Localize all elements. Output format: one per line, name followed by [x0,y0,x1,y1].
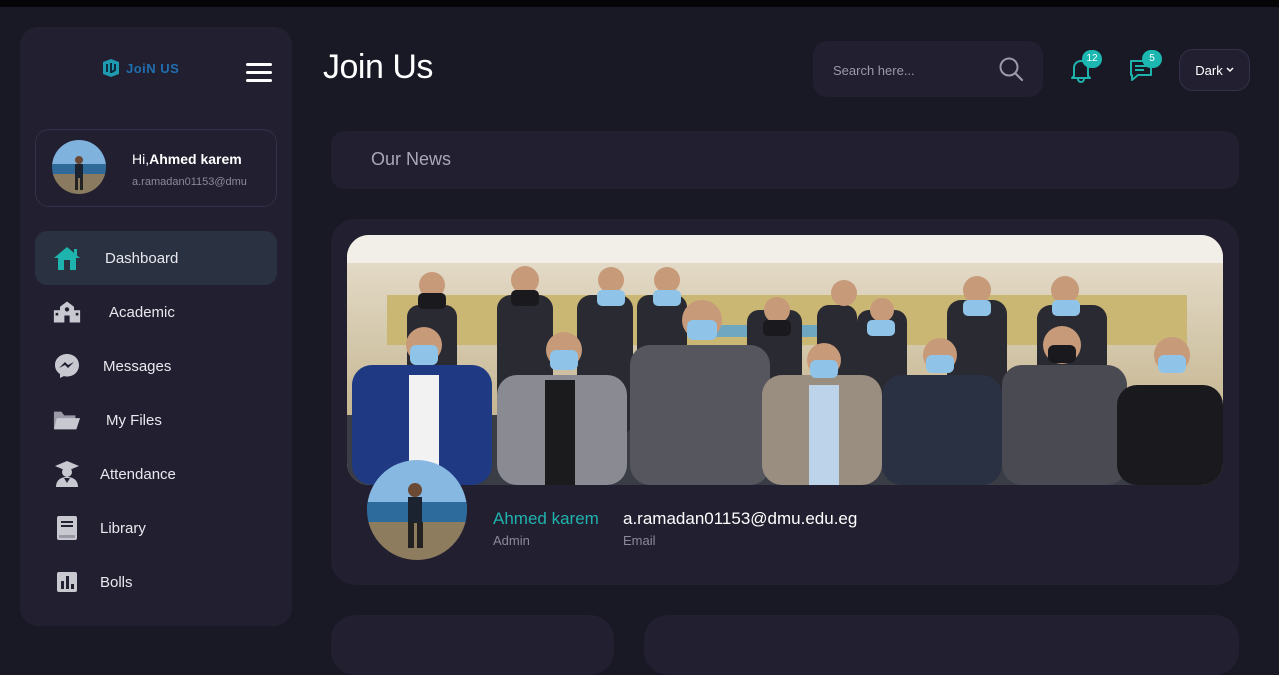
folder-icon [53,406,81,434]
sidebar-item-label: Dashboard [105,249,179,267]
user-name: Ahmed karem [149,151,242,167]
logo-icon [103,59,119,77]
profile-email-label: Email [623,533,656,548]
profile-email: a.ramadan01153@dmu.edu.eg [623,509,858,528]
news-section: Our News [331,131,1239,189]
theme-select-value: Dark [1195,62,1223,78]
profile-name: Ahmed karem [493,509,599,528]
profile-panel: Ahmed karem Admin a.ramadan01153@dmu.edu… [331,219,1239,585]
search-input[interactable] [831,57,995,83]
sidebar-item-academic[interactable]: Academic [35,285,277,339]
sidebar-item-messages[interactable]: Messages [35,339,277,393]
sidebar-item-attendance[interactable]: Attendance [35,447,277,501]
sidebar-item-label: My Files [106,411,162,429]
page-title: Join Us [323,48,433,86]
sidebar-item-dashboard[interactable]: Dashboard [35,231,277,285]
news-title: Our News [371,149,452,169]
chevron-down-icon [1226,67,1234,73]
sidebar-profile-card[interactable]: Hi,Ahmed karem a.ramadan01153@dmu [35,129,277,207]
profile-avatar [367,460,467,560]
avatar [52,140,106,194]
cover-photo [347,235,1223,485]
sidebar: JoiN US Hi,Ahmed karem a.ramadan01153@dm… [20,27,292,626]
user-greeting: Hi,Ahmed karem [132,151,242,167]
notifications-badge: 12 [1082,50,1102,68]
user-email: a.ramadan01153@dmu [132,176,247,188]
sidebar-item-label: Bolls [100,573,133,591]
search-box [813,41,1043,97]
sidebar-item-bolls[interactable]: Bolls [35,555,277,609]
school-icon [53,298,81,326]
sidebar-item-label: Attendance [100,465,176,483]
profile-role: Admin [493,533,530,548]
search-icon[interactable] [998,56,1024,82]
menu-toggle-button[interactable] [246,63,272,85]
greeting-prefix: Hi, [132,151,150,167]
top-strip [0,0,1279,7]
sidebar-item-my-files[interactable]: My Files [35,393,277,447]
messenger-icon [53,352,81,380]
sidebar-item-library[interactable]: Library [35,501,277,555]
graduate-icon [53,460,81,488]
home-icon [53,244,81,272]
sidebar-item-label: Messages [103,357,172,375]
logo-text: JoiN US [126,60,180,76]
messages-badge: 5 [1142,50,1162,68]
app-logo[interactable]: JoiN US [100,57,179,79]
sidebar-item-label: Library [100,519,146,537]
sidebar-item-label: Academic [109,303,175,321]
bottom-card-right [644,615,1239,675]
bottom-card-left [331,615,614,675]
book-icon [53,514,81,542]
sidebar-nav: Dashboard Academic Messages My Files Att… [35,231,277,609]
poll-icon [53,568,81,596]
theme-select[interactable]: Dark [1179,49,1250,91]
